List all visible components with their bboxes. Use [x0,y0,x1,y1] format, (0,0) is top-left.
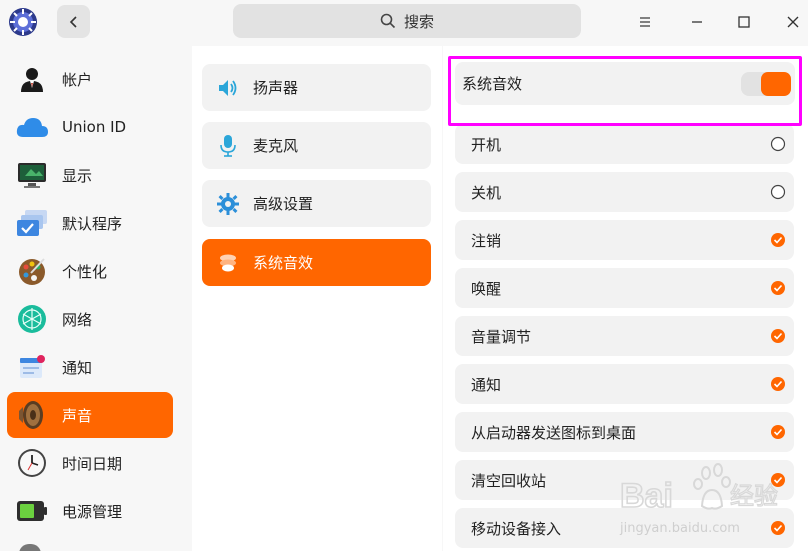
sidebar-item-sound[interactable]: 声音 [7,392,173,438]
cloud-icon [15,110,49,144]
check-circle-icon[interactable] [770,520,786,536]
effect-row-notification[interactable]: 通知 [455,364,794,404]
maximize-button[interactable] [730,8,758,36]
sidebar-item-default-apps[interactable]: 默认程序 [7,200,173,246]
close-button[interactable] [779,8,807,36]
minimize-icon [692,21,702,23]
network-icon [15,302,49,336]
effect-row-boot[interactable]: 开机 [455,124,794,164]
effect-row-empty-trash[interactable]: 清空回收站 [455,460,794,500]
sound-effects-panel: 开机 关机 注销 唤醒 音量调节 通知 从启动器发送图标到桌面 清空回收站 移动… [443,46,808,551]
back-button[interactable] [57,5,90,38]
system-sound-effects-label: 系统音效 [462,75,523,93]
effect-row-send-icon[interactable]: 从启动器发送图标到桌面 [455,412,794,452]
check-circle-icon[interactable] [770,328,786,344]
search-placeholder: 搜索 [403,12,434,31]
notification-icon [15,350,49,384]
effect-row-device-connect[interactable]: 移动设备接入 [455,508,794,548]
check-circle-icon[interactable] [770,472,786,488]
default-apps-icon [15,206,49,240]
clock-icon [15,446,49,480]
search-input[interactable]: 搜索 [233,4,581,38]
check-circle-icon[interactable] [770,424,786,440]
battery-icon [15,494,49,528]
title-bar: 搜索 [0,0,808,46]
minimize-button[interactable] [683,8,711,36]
system-sound-effects-toggle[interactable] [741,72,791,96]
chevron-left-icon [69,15,77,28]
effect-row-shutdown[interactable]: 关机 [455,172,794,212]
unchecked-circle-icon[interactable] [770,184,786,200]
toggle-knob [761,72,791,96]
maximize-icon [738,16,750,28]
sidebar: 帐户 Union ID 显示 默认程序 个性化 网络 通知 声音 时间日期 电源… [0,46,184,551]
check-circle-icon[interactable] [770,376,786,392]
close-icon [787,16,799,28]
sound-nav-speaker[interactable]: 扬声器 [202,64,431,111]
sidebar-item-personalization[interactable]: 个性化 [7,248,173,294]
menu-icon [640,17,650,27]
check-circle-icon[interactable] [770,280,786,296]
palette-icon [15,254,49,288]
sound-nav-sound-effects[interactable]: 系统音效 [202,239,431,286]
microphone-icon [216,134,240,158]
sound-nav-microphone[interactable]: 麦克风 [202,122,431,169]
effect-row-volume[interactable]: 音量调节 [455,316,794,356]
sidebar-item-display[interactable]: 显示 [7,152,173,198]
account-icon [15,62,49,96]
sound-nav-panel: 扬声器 麦克风 高级设置 系统音效 [192,46,442,551]
sidebar-item-datetime[interactable]: 时间日期 [7,440,173,486]
speaker-icon [15,398,49,432]
sidebar-item-network[interactable]: 网络 [7,296,173,342]
display-icon [15,158,49,192]
speaker-output-icon [216,76,240,100]
sidebar-item-union-id[interactable]: Union ID [7,104,173,150]
menu-button[interactable] [631,8,659,36]
sound-effects-icon [216,251,240,275]
sidebar-item-notification[interactable]: 通知 [7,344,173,390]
gear-icon [216,192,240,216]
sound-nav-advanced[interactable]: 高级设置 [202,180,431,227]
sidebar-item-account[interactable]: 帐户 [7,56,173,102]
effect-row-wakeup[interactable]: 唤醒 [455,268,794,308]
system-sound-effects-row: 系统音效 [455,62,795,105]
sidebar-next-item-icon [19,544,41,551]
effect-row-logout[interactable]: 注销 [455,220,794,260]
check-circle-icon[interactable] [770,232,786,248]
sidebar-item-power[interactable]: 电源管理 [7,488,173,534]
app-logo-icon [8,7,38,37]
search-icon [380,13,396,29]
unchecked-circle-icon[interactable] [770,136,786,152]
